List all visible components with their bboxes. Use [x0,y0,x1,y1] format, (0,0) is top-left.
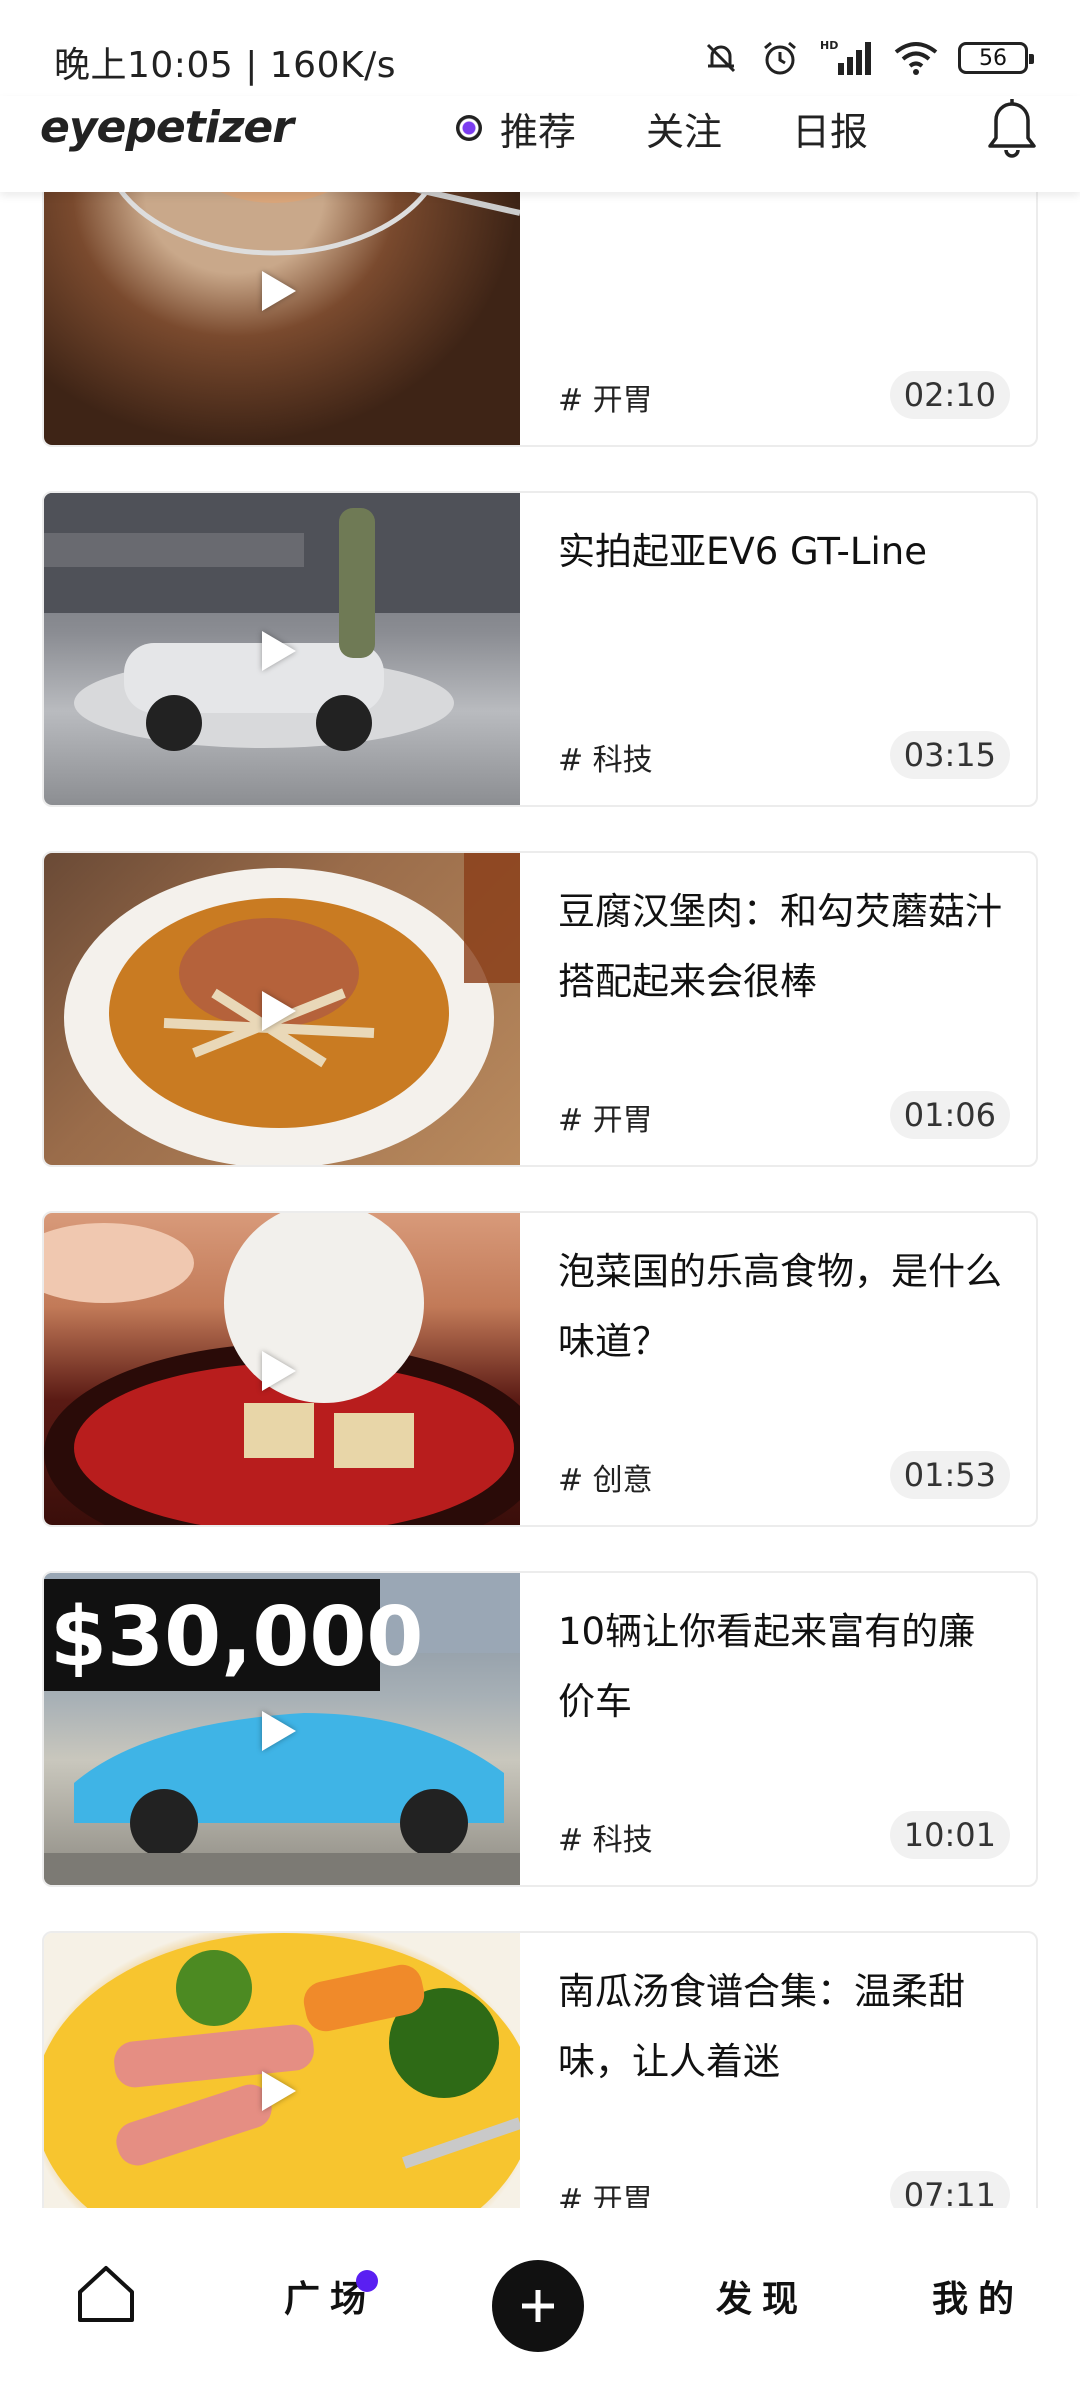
mute-bell-icon [706,43,736,73]
play-icon[interactable] [262,2071,296,2111]
video-tag[interactable]: # 开胃 [558,2175,653,2208]
duration-badge: 03:15 [889,731,1010,779]
video-card[interactable]: 实拍起亚EV6 GT-Line # 科技 03:15 [42,491,1038,807]
video-tag[interactable]: # 科技 [558,1815,653,1859]
duration-badge: 01:53 [889,1451,1010,1499]
status-bar: 晚上10:05 | 160K/s HD 56 [0,0,1080,96]
app-header: eyepetizer 推荐 关注 日报 [0,96,1080,192]
video-thumbnail[interactable]: $30,000 [44,1573,520,1885]
video-title[interactable]: 泡菜国的乐高食物，是什么味道？ [558,1237,1008,1377]
thumbnail-art [118,192,520,256]
app-logo: eyepetizer [40,102,294,153]
video-card[interactable]: 南瓜汤食谱合集：温柔甜味，让人着迷 # 开胃 07:11 [42,1931,1038,2208]
status-time-speed: 晚上10:05 | 160K/s [54,45,396,86]
video-thumbnail[interactable] [44,493,520,805]
tab-follow[interactable]: 关注 [646,101,722,156]
video-card[interactable]: 泡菜国的乐高食物，是什么味道？ # 创意 01:53 [42,1211,1038,1527]
svg-text:$30,000: $30,000 [50,1590,423,1685]
tab-daily[interactable]: 日报 [792,101,868,156]
video-thumbnail[interactable] [44,853,520,1165]
home-icon[interactable] [74,2262,138,2326]
play-icon[interactable] [262,991,296,1031]
wifi-icon [894,42,938,75]
video-tag[interactable]: # 科技 [558,735,653,779]
bottom-nav: 广场 发现 我的 [0,2208,1080,2400]
video-tag[interactable]: # 开胃 [558,375,653,419]
video-thumbnail[interactable] [44,1933,520,2208]
play-icon[interactable] [262,271,296,311]
play-icon[interactable] [262,1711,296,1751]
tab-recommend[interactable]: 推荐 [456,101,576,156]
video-thumbnail[interactable] [44,192,520,445]
duration-badge: 07:11 [889,2171,1010,2208]
video-card[interactable]: $30,000 10辆让你看起来富有的廉价车 # 科技 10:01 [42,1571,1038,1887]
tab-label: 日报 [792,109,869,154]
publish-button[interactable] [492,2260,584,2352]
video-card[interactable]: 豆腐汉堡肉：和勾芡蘑菇汁搭配起来会很棒 # 开胃 01:06 [42,851,1038,1167]
nav-discover[interactable]: 发现 [716,2270,808,2322]
battery-indicator: 56 [958,42,1034,74]
video-thumbnail[interactable] [44,1213,520,1525]
video-title[interactable]: 豆腐汉堡肉：和勾芡蘑菇汁搭配起来会很棒 [558,877,1008,1017]
status-icons: HD 56 [702,36,1034,80]
active-tab-dot-icon [456,115,482,141]
play-icon[interactable] [262,1351,296,1391]
video-title[interactable]: 南瓜汤食谱合集：温柔甜味，让人着迷 [558,1957,1008,2097]
video-tag[interactable]: # 开胃 [558,1095,653,1139]
video-card[interactable]: # 开胃 02:10 [42,192,1038,447]
notification-bell-icon[interactable] [984,98,1040,158]
duration-badge: 10:01 [889,1811,1010,1859]
tab-label: 关注 [646,109,723,154]
nav-mine[interactable]: 我的 [932,2270,1024,2322]
play-icon[interactable] [262,631,296,671]
plaza-badge-dot [356,2270,378,2292]
signal-hd-icon: HD [820,39,871,75]
duration-badge: 02:10 [889,371,1010,419]
duration-badge: 01:06 [889,1091,1010,1139]
video-title[interactable]: 实拍起亚EV6 GT-Line [558,517,1008,587]
video-feed[interactable]: # 开胃 02:10 实拍起亚EV6 GT-Line # 科技 03:15 豆腐汉堡肉：和… [0,192,1080,2208]
tab-label: 推荐 [500,109,577,154]
feed-list: # 开胃 02:10 实拍起亚EV6 GT-Line # 科技 03:15 豆腐汉堡肉：和… [42,192,1038,2208]
plus-icon [522,2290,554,2322]
svg-text:HD: HD [820,39,838,52]
top-tabs: 推荐 关注 日报 [456,96,938,160]
video-title[interactable]: 10辆让你看起来富有的廉价车 [558,1597,1008,1737]
video-tag[interactable]: # 创意 [558,1455,653,1499]
alarm-icon [764,41,796,75]
